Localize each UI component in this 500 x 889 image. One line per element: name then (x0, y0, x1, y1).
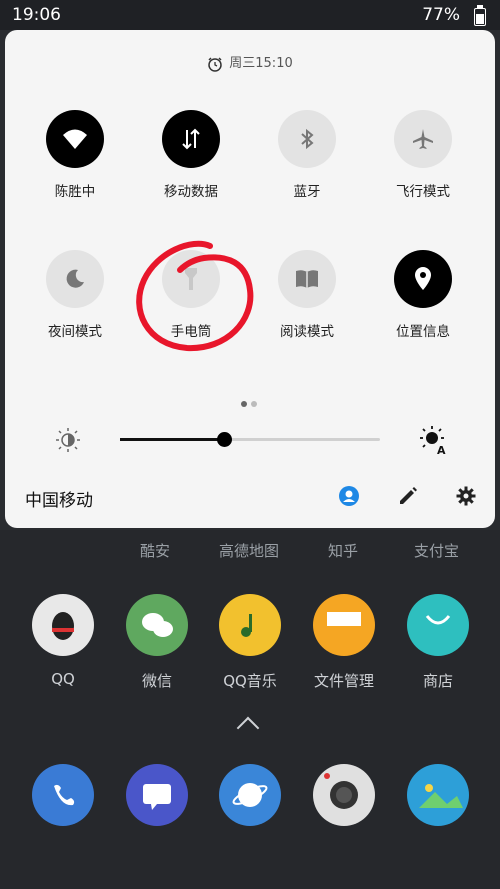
qq-app-icon[interactable] (32, 594, 94, 656)
edit-pencil-icon[interactable] (397, 485, 419, 507)
svg-text:A: A (437, 444, 446, 455)
auto-brightness-icon[interactable]: A (419, 425, 449, 455)
brightness-slider-thumb[interactable] (217, 432, 232, 447)
gallery-app-icon[interactable] (407, 764, 469, 826)
home-screen (0, 530, 500, 889)
app-label-amap[interactable]: 高德地图 (219, 540, 279, 561)
tile-night-mode[interactable]: 夜间模式 (25, 250, 125, 340)
book-icon (278, 250, 336, 308)
page-dot (251, 401, 257, 407)
tile-airplane[interactable]: 飞行模式 (373, 110, 473, 200)
tile-label-night-mode: 夜间模式 (48, 324, 102, 340)
app-label-store: 商店 (422, 672, 453, 690)
flashlight-icon (162, 250, 220, 308)
user-account-icon[interactable] (338, 485, 360, 507)
battery-percent: 77% (422, 5, 460, 25)
moon-icon (46, 250, 104, 308)
tile-label-airplane: 飞行模式 (396, 184, 450, 200)
status-time: 19:06 (12, 5, 61, 25)
battery-icon (474, 5, 486, 26)
app-label-wechat: 微信 (141, 672, 172, 690)
brightness-slider[interactable] (120, 432, 380, 447)
next-alarm[interactable]: 周三15:10 (5, 52, 495, 72)
mobile-data-icon (162, 110, 220, 168)
brightness-slider-fill (120, 438, 224, 441)
brightness-low-icon (56, 428, 80, 452)
tile-bluetooth[interactable]: 蓝牙 (257, 110, 357, 200)
tile-label-bluetooth: 蓝牙 (293, 184, 321, 200)
wechat-app-icon[interactable] (126, 594, 188, 656)
tile-label-reading-mode: 阅读模式 (280, 324, 334, 340)
location-icon (394, 250, 452, 308)
qqmusic-app-icon[interactable] (219, 594, 281, 656)
phone-app-icon[interactable] (32, 764, 94, 826)
store-app-icon[interactable] (407, 594, 469, 656)
messages-app-icon[interactable] (126, 764, 188, 826)
page-dot (241, 401, 247, 407)
camera-app-icon[interactable] (313, 764, 375, 826)
app-label-qqmusic: QQ音乐 (223, 672, 277, 690)
file-manager-app-icon[interactable] (313, 594, 375, 656)
airplane-icon (394, 110, 452, 168)
browser-app-icon[interactable] (219, 764, 281, 826)
wifi-icon (46, 110, 104, 168)
tile-label-wifi: 陈胜中 (54, 184, 96, 200)
status-bar: 19:06 77% (0, 0, 500, 30)
app-label-file-manager: 文件管理 (313, 672, 374, 690)
tile-wifi[interactable]: 陈胜中 (25, 110, 125, 200)
settings-gear-icon[interactable] (455, 485, 477, 507)
page-indicator (241, 392, 261, 411)
tile-label-flashlight: 手电筒 (170, 324, 212, 340)
app-label-zhihu[interactable]: 知乎 (328, 540, 358, 561)
bluetooth-icon (278, 110, 336, 168)
tile-location[interactable]: 位置信息 (373, 250, 473, 340)
alarm-time: 周三15:10 (229, 56, 293, 71)
carrier-name: 中国移动 (25, 491, 93, 511)
tile-label-mobile-data: 移动数据 (164, 184, 218, 200)
app-label-kuan[interactable]: 酷安 (140, 540, 170, 561)
tile-flashlight[interactable]: 手电筒 (141, 250, 241, 340)
app-label-alipay[interactable]: 支付宝 (414, 540, 459, 561)
quick-settings-panel: 周三15:10 陈胜中 移动数据 蓝牙 飞行模式 夜间模式 手电筒 阅读模式 位… (5, 30, 495, 528)
tile-label-location: 位置信息 (396, 324, 450, 340)
app-label-qq: QQ (51, 670, 75, 688)
tile-reading-mode[interactable]: 阅读模式 (257, 250, 357, 340)
alarm-clock-icon (208, 56, 223, 72)
tile-mobile-data[interactable]: 移动数据 (141, 110, 241, 200)
